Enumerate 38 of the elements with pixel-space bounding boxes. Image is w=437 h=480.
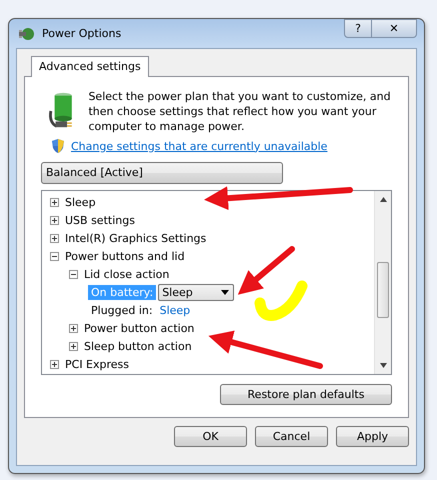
tree-item[interactable]: Sleep [65, 196, 96, 208]
plan-dropdown[interactable]: Balanced [Active] [41, 162, 283, 184]
tree-item[interactable]: Lid close action [84, 268, 170, 280]
scribble-drawing [254, 280, 308, 321]
tree-item[interactable]: Intel(R) Graphics Settings [65, 232, 206, 244]
scroll-up-icon[interactable] [380, 197, 386, 202]
tree-item[interactable]: Power button action [84, 322, 194, 334]
tree-item[interactable]: Sleep button action [84, 340, 192, 352]
help-button[interactable]: ? [344, 19, 372, 38]
expand-icon[interactable] [69, 342, 78, 350]
scrollbar[interactable] [374, 191, 391, 374]
expand-icon[interactable] [50, 360, 59, 368]
expand-icon[interactable] [50, 216, 59, 224]
scroll-thumb[interactable] [377, 262, 389, 318]
caret-icon[interactable] [221, 290, 230, 294]
tree-item[interactable]: Power buttons and lid [65, 250, 185, 262]
dialog-button[interactable]: OK [174, 426, 247, 447]
instructions-text: Select the power plan that you want to customize, and then choose settings that reflect how you want your computer to manage power. [88, 89, 392, 134]
collapse-icon[interactable] [69, 270, 78, 278]
tree-item[interactable]: PCI Express [65, 358, 130, 370]
expand-icon[interactable] [69, 324, 78, 332]
expand-icon[interactable] [50, 234, 59, 242]
restore-defaults-button[interactable]: Restore plan defaults [220, 384, 392, 405]
window-title: Power Options [42, 27, 122, 40]
close-button[interactable]: ✕ [372, 19, 417, 38]
tree-item[interactable]: USB settings [65, 214, 135, 226]
collapse-icon[interactable] [50, 252, 59, 260]
shield-icon [51, 138, 65, 154]
value-dropdown[interactable]: Sleep [158, 284, 234, 300]
value-link[interactable]: Sleep [158, 304, 190, 316]
setting-label[interactable]: Plugged in: [88, 302, 156, 318]
dialog-button[interactable]: Cancel [255, 426, 328, 447]
change-settings-link[interactable]: Change settings that are currently unavailable [71, 140, 328, 152]
tab[interactable]: Advanced settings [31, 56, 149, 77]
dialog-button[interactable]: Apply [336, 426, 409, 447]
arrow-drawing [238, 246, 295, 295]
expand-icon[interactable] [50, 198, 59, 206]
scroll-down-icon[interactable] [380, 363, 386, 368]
